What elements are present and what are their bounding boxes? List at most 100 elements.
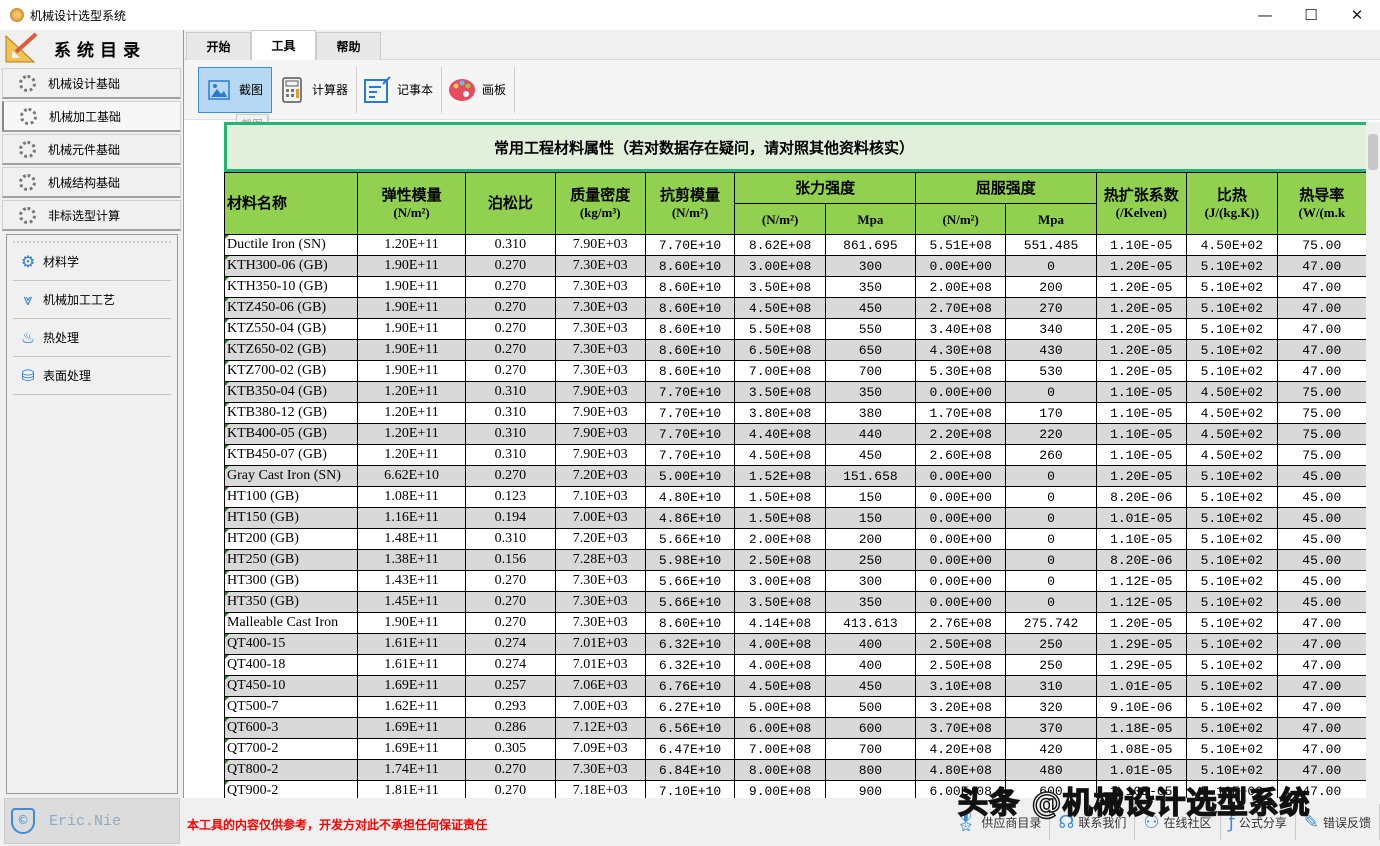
table-cell: 4.80E+08 [914, 759, 1007, 781]
app-icon [10, 8, 24, 22]
sidebar-nav-item[interactable]: 非标选型计算 [2, 200, 181, 231]
sidebar-nav-item[interactable]: 机械加工基础 [2, 101, 181, 132]
table-cell: 900 [824, 780, 916, 798]
table-cell: 4.86E+10 [644, 507, 736, 529]
table-cell: 4.50E+02 [1186, 402, 1278, 424]
table-cell: QT700-2 [224, 738, 359, 760]
header-tensile-nm2: (N/m²) [734, 203, 826, 235]
table-row[interactable]: KTB450-07 (GB) 1.20E+11 0.310 7.90E+03 7.70E… [224, 444, 1367, 466]
table-cell: 800 [824, 759, 916, 781]
close-button[interactable]: ✕ [1334, 0, 1380, 30]
sidebar-nav-item[interactable]: 机械结构基础 [2, 167, 181, 198]
footer-link[interactable]: 🎖 供应商目录 [946, 804, 1051, 840]
table-cell: 47.00 [1276, 255, 1367, 277]
table-row[interactable]: QT700-2 1.69E+11 0.305 7.09E+03 6.47E+10 7.00… [224, 738, 1367, 760]
vertical-scrollbar[interactable] [1366, 122, 1380, 798]
table-cell: 47.00 [1276, 675, 1367, 697]
footer-link[interactable]: ✎ 错误反馈 [1296, 804, 1380, 840]
table-row[interactable]: KTH350-10 (GB) 1.90E+11 0.270 7.30E+03 8.60E… [224, 276, 1367, 298]
table-row[interactable]: HT100 (GB) 1.08E+11 0.123 7.10E+03 4.80E+10 1… [224, 486, 1367, 508]
table-cell: QT900-2 [224, 780, 359, 798]
user-box[interactable]: © Eric.Nie [4, 798, 180, 844]
footer-link[interactable]: ☊ 联系我们 [1050, 804, 1136, 840]
table-cell: KTZ450-06 (GB) [224, 297, 359, 319]
table-cell: 0.00E+00 [914, 528, 1007, 550]
table-cell: 260 [1005, 444, 1097, 466]
table-cell: KTB350-04 (GB) [224, 381, 359, 403]
table-row[interactable]: KTB400-05 (GB) 1.20E+11 0.310 7.90E+03 7.70E… [224, 423, 1367, 445]
maximize-button[interactable]: ☐ [1288, 0, 1334, 30]
table-row[interactable]: QT400-15 1.61E+11 0.274 7.01E+03 6.32E+10 4.0… [224, 633, 1367, 655]
footer: 本工具的内容仅供参考，开发方对此不承担任何保证责任 🎖 供应商目录 ☊ 联系我们 ⚇ 在线… [183, 798, 1380, 846]
table-row[interactable]: HT150 (GB) 1.16E+11 0.194 7.00E+03 4.86E+10 1… [224, 507, 1367, 529]
table-row[interactable]: QT450-10 1.69E+11 0.257 7.06E+03 6.76E+10 4.5… [224, 675, 1367, 697]
table-row[interactable]: QT500-7 1.62E+11 0.293 7.00E+03 6.27E+10 5.00… [224, 696, 1367, 718]
table-row[interactable]: KTZ700-02 (GB) 1.90E+11 0.270 7.30E+03 8.60E… [224, 360, 1367, 382]
table-row[interactable]: KTZ650-02 (GB) 1.90E+11 0.270 7.30E+03 8.60E… [224, 339, 1367, 361]
table-cell: 170 [1005, 402, 1097, 424]
ribbon-screenshot-button[interactable]: 截图 [198, 66, 273, 113]
tab-2[interactable]: 帮助 [316, 32, 381, 60]
table-cell: 1.62E+11 [357, 696, 467, 718]
table-cell: 1.48E+11 [357, 528, 467, 550]
table-row[interactable]: HT250 (GB) 1.38E+11 0.156 7.28E+03 5.98E+10 2… [224, 549, 1367, 571]
minimize-button[interactable]: — [1242, 0, 1288, 30]
table-row[interactable]: KTH300-06 (GB) 1.90E+11 0.270 7.30E+03 8.60E… [224, 255, 1367, 277]
tab-0[interactable]: 开始 [186, 32, 251, 60]
header-yield-mpa: Mpa [1005, 203, 1097, 235]
table-cell: 8.60E+10 [644, 612, 736, 634]
table-row[interactable]: KTB350-04 (GB) 1.20E+11 0.310 7.90E+03 7.70E… [224, 381, 1367, 403]
table-row[interactable]: Malleable Cast Iron 1.90E+11 0.270 7.30E+03… [224, 612, 1367, 634]
table-cell: 47.00 [1276, 297, 1367, 319]
table-cell: 0.274 [465, 633, 556, 655]
table-cell: 5.66E+10 [644, 528, 736, 550]
ribbon-label: 画板 [482, 83, 507, 97]
table-row[interactable]: HT200 (GB) 1.48E+11 0.310 7.20E+03 5.66E+10 2… [224, 528, 1367, 550]
table-row[interactable]: QT400-18 1.61E+11 0.274 7.01E+03 6.32E+10 4.0… [224, 654, 1367, 676]
sidebar-sub-item[interactable]: ♨ 热处理 [13, 319, 171, 357]
table-row[interactable]: QT800-2 1.74E+11 0.270 7.30E+03 6.84E+10 8.00… [224, 759, 1367, 781]
sidebar-sub-item[interactable]: ⚙ 材料学 [13, 243, 171, 281]
header-thermal-exp: 热扩张系数 (/Kelven) [1095, 172, 1188, 235]
footer-link[interactable]: ⚇ 在线社区 [1135, 804, 1221, 840]
table-cell: 1.90E+11 [357, 297, 467, 319]
table-cell: 5.10E+02 [1186, 486, 1278, 508]
sidebar-sub-item[interactable]: ⩔ 机械加工工艺 [13, 281, 171, 319]
ribbon-notepad-button[interactable]: 记事本 [357, 66, 443, 113]
table-row[interactable]: KTZ450-06 (GB) 1.90E+11 0.270 7.30E+03 8.60E… [224, 297, 1367, 319]
table-row[interactable]: QT900-2 1.81E+11 0.270 7.18E+03 7.10E+10 9.00… [224, 780, 1367, 798]
sidebar-nav-item[interactable]: 机械设计基础 [2, 68, 181, 99]
table-cell: 150 [824, 486, 916, 508]
footer-link[interactable]: ƒ 公式分享 [1221, 804, 1296, 840]
footer-link-label: 错误反馈 [1322, 815, 1371, 830]
sidebar-sub-item[interactable]: ⛁ 表面处理 [13, 357, 171, 395]
table-cell: 45.00 [1276, 465, 1367, 487]
ribbon-palette-button[interactable]: 画板 [442, 66, 516, 113]
table-row[interactable]: HT300 (GB) 1.43E+11 0.270 7.30E+03 5.66E+10 3… [224, 570, 1367, 592]
table-cell: 1.90E+11 [357, 255, 467, 277]
table-cell: 1.90E+11 [357, 276, 467, 298]
table-cell: 4.50E+02 [1186, 234, 1278, 256]
table-cell: 7.06E+03 [554, 675, 646, 697]
table-cell: 7.70E+10 [644, 444, 736, 466]
table-row[interactable]: HT350 (GB) 1.45E+11 0.270 7.30E+03 5.66E+10 3… [224, 591, 1367, 613]
table-cell: 7.12E+03 [554, 717, 646, 739]
table-cell: 0.270 [465, 339, 556, 361]
table-row[interactable]: Gray Cast Iron (SN) 6.62E+10 0.270 7.20E+03… [224, 465, 1367, 487]
sidebar-nav-item[interactable]: 机械元件基础 [2, 134, 181, 165]
table-cell: KTB400-05 (GB) [224, 423, 359, 445]
table-cell: Malleable Cast Iron [224, 612, 359, 634]
ribbon-calculator-button[interactable]: 计算器 [272, 66, 358, 113]
table-row[interactable]: KTB380-12 (GB) 1.20E+11 0.310 7.90E+03 7.70E… [224, 402, 1367, 424]
table-row[interactable]: QT600-3 1.69E+11 0.286 7.12E+03 6.56E+10 6.00… [224, 717, 1367, 739]
tab-1[interactable]: 工具 [251, 30, 316, 60]
scrollbar-thumb[interactable] [1368, 134, 1378, 170]
table-cell: 47.00 [1276, 612, 1367, 634]
table-cell: 0.270 [465, 255, 556, 277]
table-row[interactable]: KTZ550-04 (GB) 1.90E+11 0.270 7.30E+03 8.60E… [224, 318, 1367, 340]
table-cell: 4.30E+08 [914, 339, 1007, 361]
table-cell: 2.00E+08 [914, 276, 1007, 298]
table-row[interactable]: Ductile Iron (SN) 1.20E+11 0.310 7.90E+03 7.… [224, 234, 1367, 256]
table-cell: 2.76E+08 [914, 612, 1007, 634]
table-cell: 1.20E-05 [1095, 297, 1188, 319]
